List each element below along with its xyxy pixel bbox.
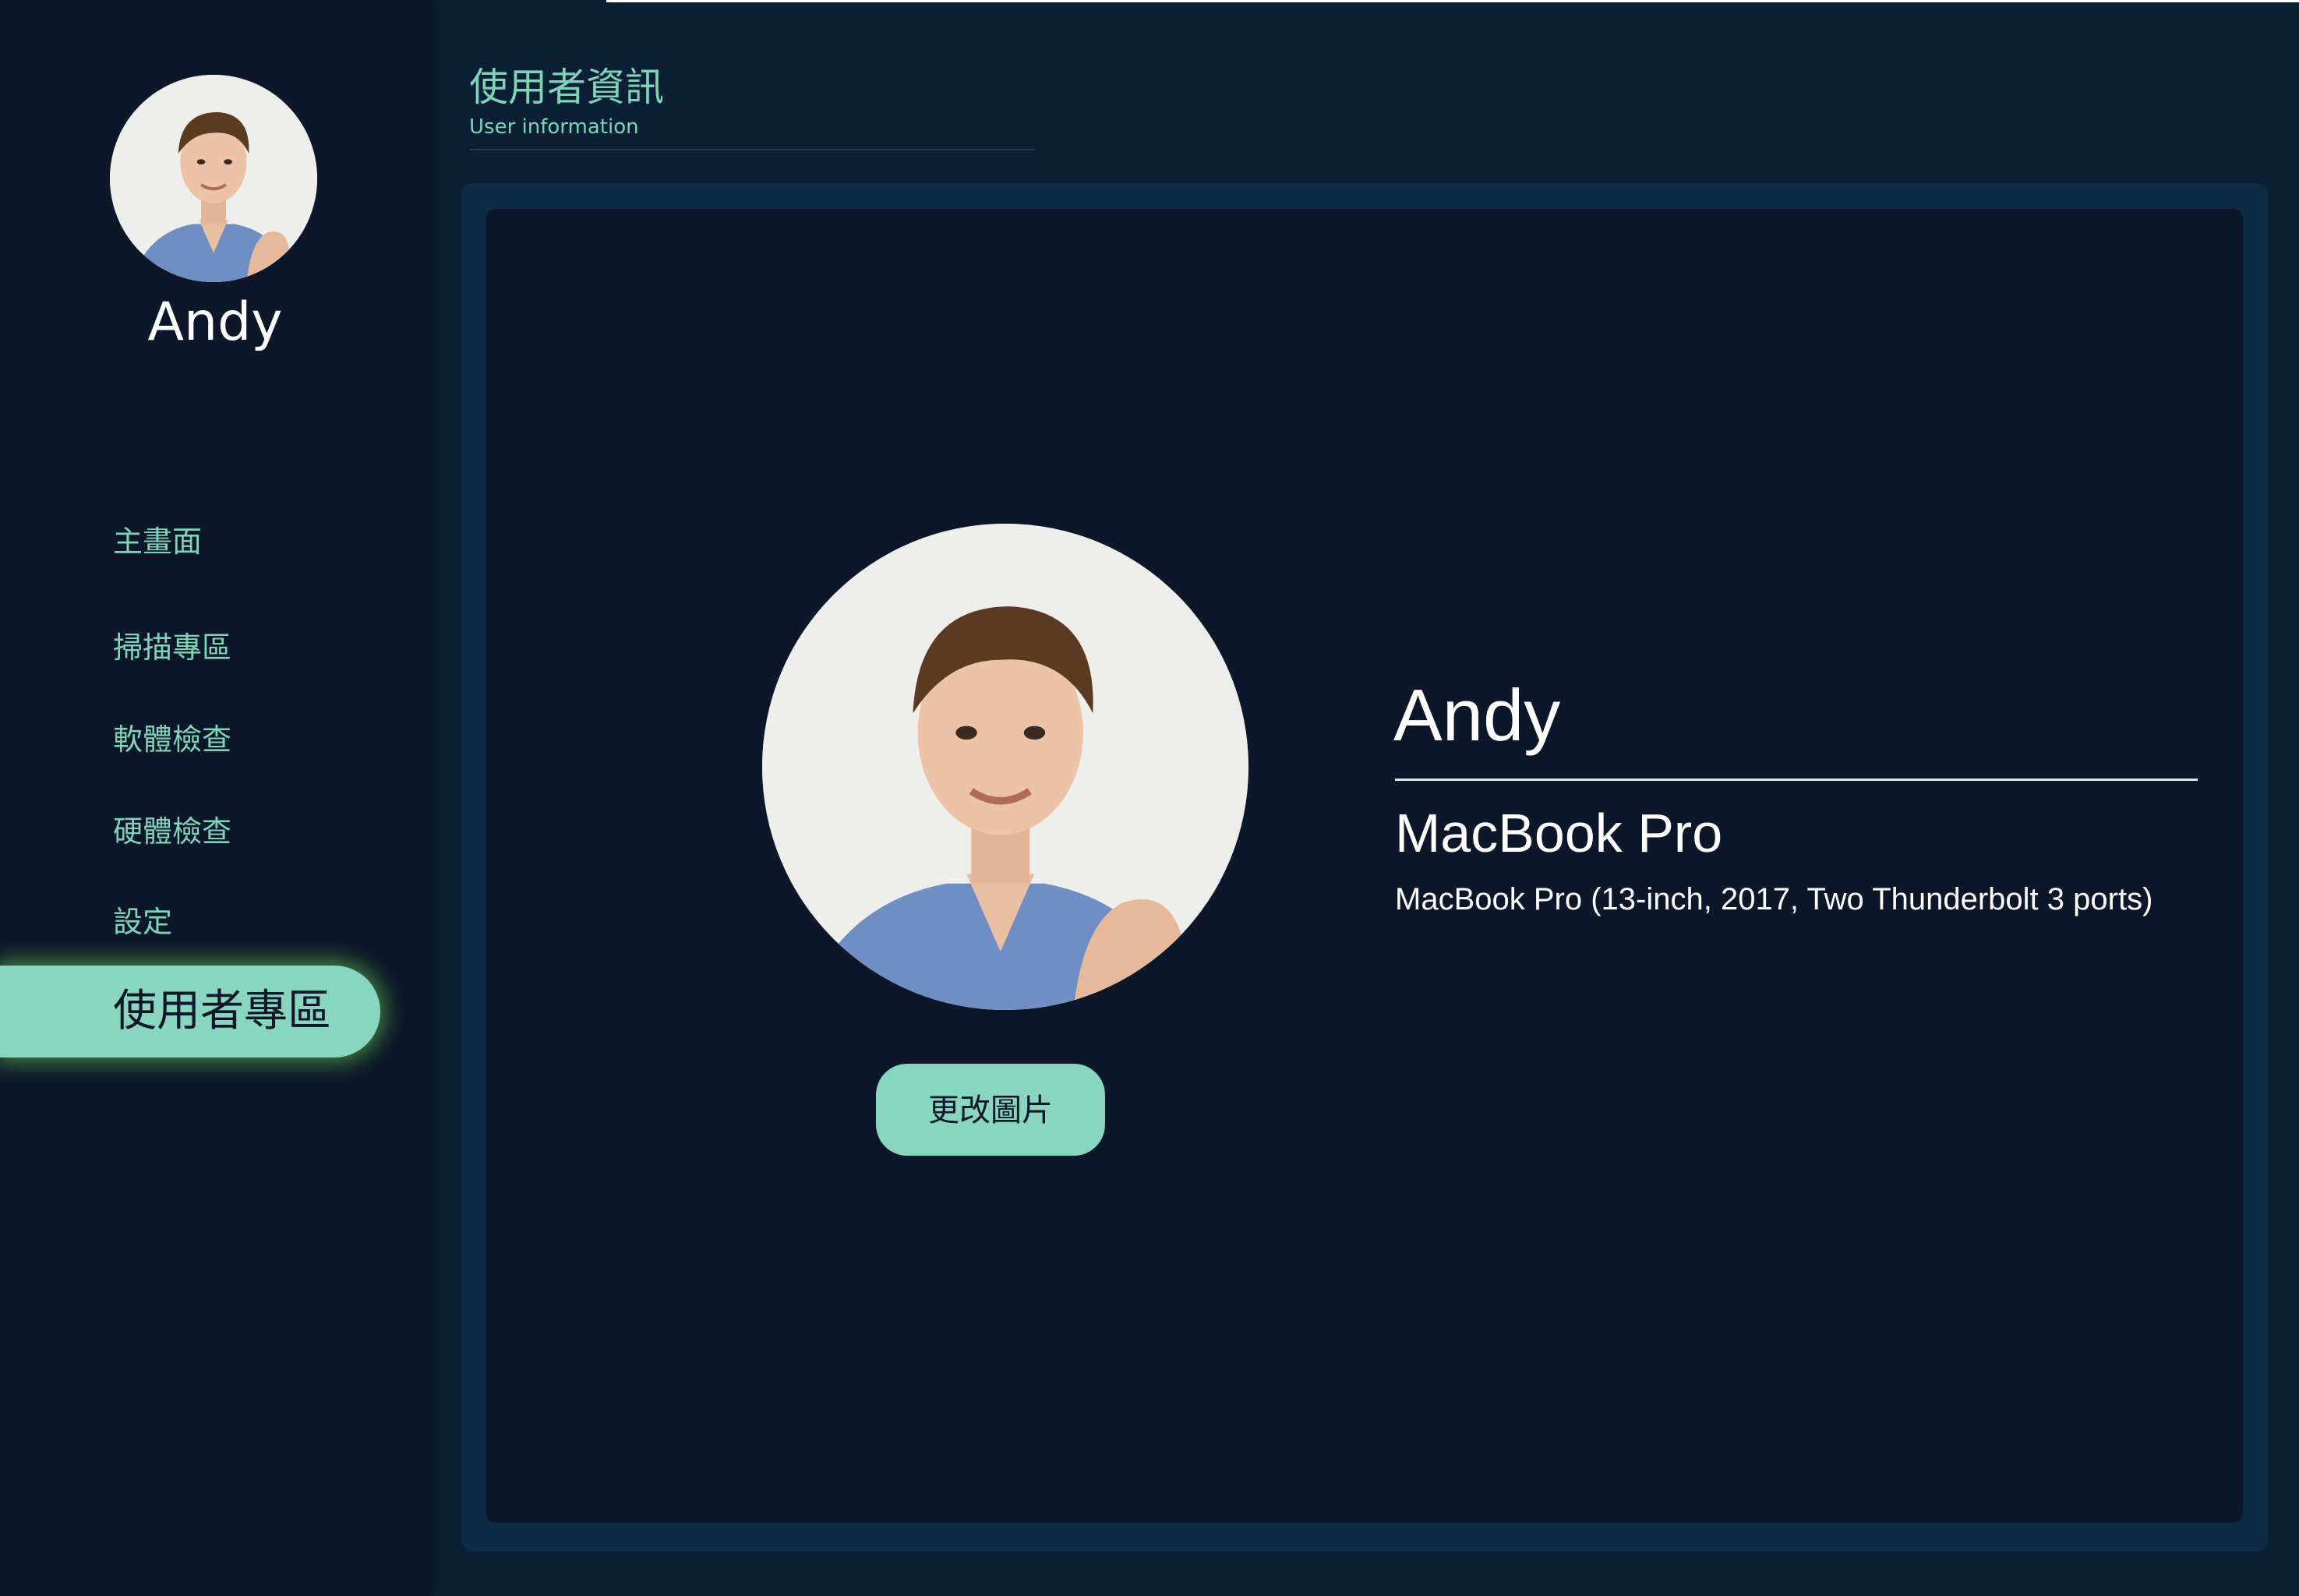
nav-item-scan[interactable]: 掃描專區: [113, 628, 231, 667]
page-subtitle: User information: [469, 115, 639, 139]
device-name: MacBook Pro: [1395, 803, 1723, 863]
top-progress-line: [606, 0, 2299, 2]
user-info-panel: [486, 209, 2243, 1523]
profile-divider: [1395, 779, 2198, 781]
profile-photo: [762, 524, 1248, 1010]
nav-item-home[interactable]: 主畫面: [113, 522, 202, 561]
nav-item-settings[interactable]: 設定: [113, 902, 172, 941]
sidebar-user-name: Andy: [147, 291, 283, 353]
nav-item-software-check[interactable]: 軟體檢查: [113, 720, 231, 759]
profile-photo-icon: [762, 524, 1248, 1010]
app-window: Andy 主畫面 掃描專區 軟體檢查 硬體檢查 設定 使用者專區 使用者資訊 U…: [0, 0, 2299, 1596]
profile-user-name: Andy: [1393, 674, 1561, 756]
page-title: 使用者資訊: [469, 65, 664, 110]
sidebar-avatar[interactable]: [110, 75, 317, 282]
nav-item-user-area[interactable]: 使用者專區: [0, 966, 380, 1058]
avatar-photo-icon: [110, 75, 317, 282]
change-photo-button[interactable]: 更改圖片: [876, 1064, 1105, 1156]
sidebar: Andy 主畫面 掃描專區 軟體檢查 硬體檢查 設定 使用者專區: [0, 0, 430, 1596]
device-detail: MacBook Pro (13-inch, 2017, Two Thunderb…: [1395, 882, 2153, 916]
header-divider: [469, 149, 1035, 150]
nav-item-hardware-check[interactable]: 硬體檢查: [113, 812, 231, 851]
nav-item-user-area-label: 使用者專區: [113, 986, 331, 1036]
